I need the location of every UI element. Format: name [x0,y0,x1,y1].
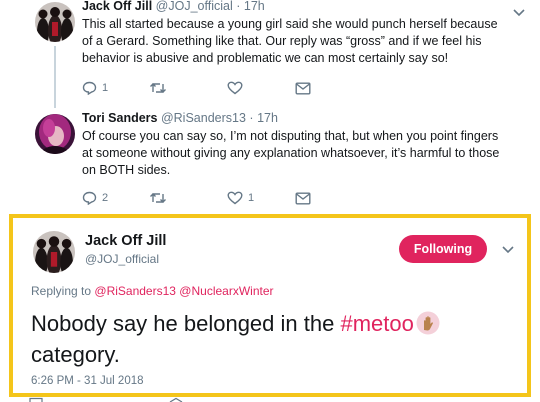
like-count: 1 [248,192,255,204]
tweet-2[interactable]: Tori Sanders @RiSanders13 · 17h Of cours… [0,104,540,212]
envelope-icon [295,82,311,95]
avatar[interactable] [35,114,75,154]
reply-count: 1 [102,82,109,94]
dm-button[interactable] [295,82,311,95]
heart-icon [227,191,243,205]
reply-icon [82,81,97,95]
reply-button[interactable]: 2 [82,191,149,205]
tweet-actions: 2 1 [82,191,311,205]
mention-link[interactable]: @RiSanders13 [94,284,176,298]
tweet-text-part: category. [31,342,120,367]
retweet-icon [150,83,166,93]
tweet-text: Nobody say he belonged in the #metoo cat… [31,308,501,370]
author-name[interactable]: Tori Sanders [82,111,157,125]
tweet-time[interactable]: 17h [244,0,265,13]
reply-icon [82,191,97,205]
retweet-icon [150,193,166,203]
retweet-button[interactable] [149,191,227,205]
tweet-header: Jack Off Jill @JOJ_official · 17h [82,0,265,13]
author-name[interactable]: Jack Off Jill [85,233,166,249]
chevron-down-icon[interactable] [510,3,528,21]
next-actions-partial [29,397,183,402]
tweet-1[interactable]: Jack Off Jill @JOJ_official · 17h This a… [0,0,540,104]
reply-button[interactable]: 1 [82,81,149,95]
reply-count: 2 [102,192,109,204]
author-name[interactable]: Jack Off Jill [82,0,152,13]
following-button[interactable]: Following [399,235,487,263]
like-button[interactable]: 1 [227,191,295,205]
hashtag-link[interactable]: #metoo [340,311,413,336]
raised-hand-emoji-icon [416,311,440,335]
tweet-text: This all started because a young girl sa… [82,17,498,65]
tweet-timestamp[interactable]: 6:26 PM - 31 Jul 2018 [31,375,144,387]
author-handle[interactable]: @RiSanders13 [161,111,246,125]
replying-to: Replying to @RiSanders13 @NuclearxWinter [31,284,274,298]
tweet-header: Tori Sanders @RiSanders13 · 17h [82,111,278,125]
focused-tweet[interactable]: Jack Off Jill @JOJ_official Following Re… [9,214,531,397]
separator: · [249,111,254,125]
heart-icon [227,81,243,95]
tweet-text-part: Nobody say he belonged in the [31,311,341,336]
author-handle[interactable]: @JOJ_official [156,0,233,13]
replying-prefix: Replying to [31,284,92,298]
retweet-button[interactable] [149,81,227,95]
tweet-time[interactable]: 17h [257,111,278,125]
chevron-down-icon[interactable] [499,240,517,258]
envelope-icon [295,192,311,205]
mention-link[interactable]: @NuclearxWinter [179,284,273,298]
tweet-actions: 1 [82,81,311,95]
separator: · [236,0,241,13]
author-handle[interactable]: @JOJ_official [85,252,159,266]
avatar[interactable] [35,2,75,42]
like-button[interactable] [227,81,295,95]
dm-button[interactable] [295,192,311,205]
avatar[interactable] [33,231,75,273]
tweet-text: Of course you can say so, I’m not disput… [82,129,500,177]
